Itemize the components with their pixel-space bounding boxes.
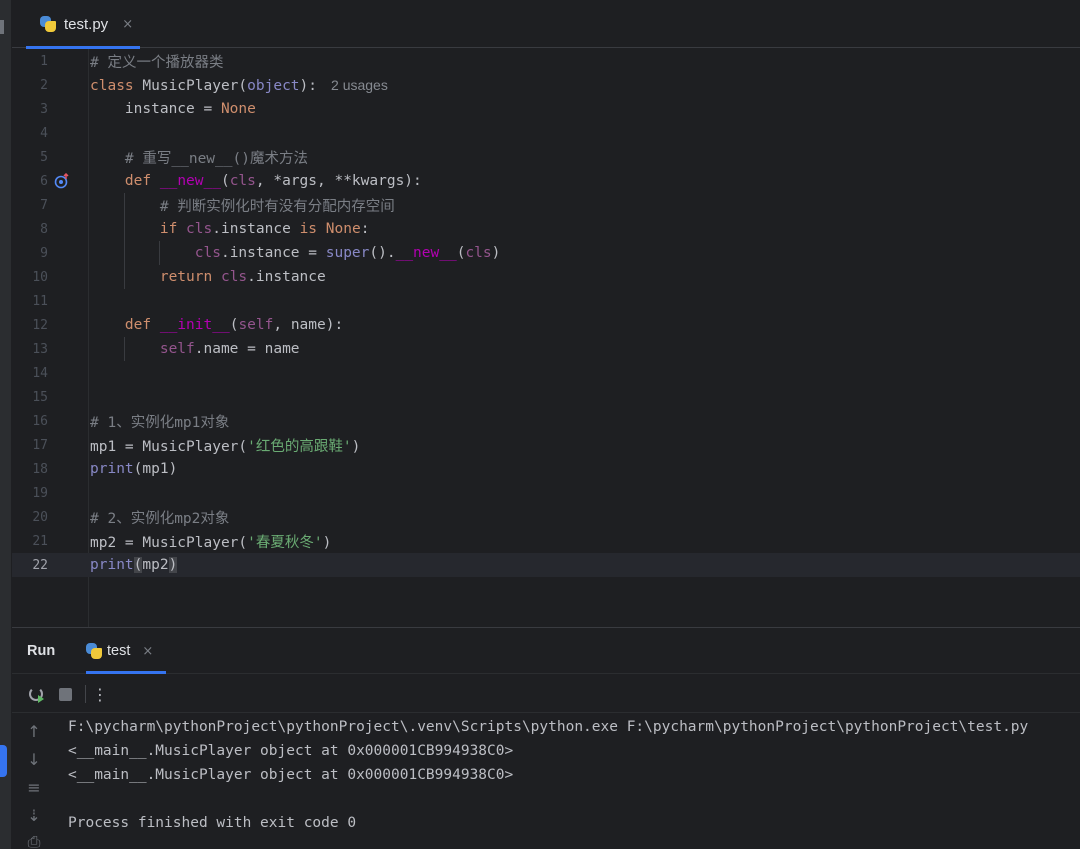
string-literal: '红色的高跟鞋' <box>247 438 352 455</box>
code-line[interactable]: 6 def __new__(cls, *args, **kwargs): <box>12 169 1080 193</box>
console-line: <__main__.MusicPlayer object at 0x000001… <box>68 767 514 783</box>
line-number: 6 <box>40 173 48 189</box>
rerun-icon[interactable] <box>26 684 46 704</box>
code-line[interactable]: 14 <box>12 361 1080 385</box>
print-icon[interactable]: ⎙ <box>24 832 44 849</box>
line-number: 17 <box>32 437 48 453</box>
usages-hint[interactable]: 2 usages <box>331 77 388 93</box>
code-line[interactable]: 13 self.name = name <box>12 337 1080 361</box>
code-line[interactable]: 3 instance = None <box>12 97 1080 121</box>
console-side-toolbar: ↑ ↓ ≡ ⇣ ⎙ <box>12 714 52 849</box>
scroll-to-end-icon[interactable]: ⇣ <box>24 806 44 826</box>
python-run-icon <box>86 643 102 659</box>
current-code-line[interactable]: 22 print(mp2) <box>12 553 1080 577</box>
line-number: 22 <box>32 557 48 573</box>
line-number: 3 <box>40 101 48 117</box>
code-line[interactable]: 16 # 1、实例化mp1对象 <box>12 409 1080 433</box>
line-number: 4 <box>40 125 48 141</box>
run-tool-window: Run test × ⋮ ↑ ↓ ≡ ⇣ ⎙ F:\pycharm\python… <box>12 627 1080 849</box>
line-number: 10 <box>32 269 48 285</box>
console-line: F:\pycharm\pythonProject\pythonProject\.… <box>68 719 1029 735</box>
line-number: 7 <box>40 197 48 213</box>
editor-tab-test-py[interactable]: test.py × <box>26 0 140 49</box>
code-line[interactable]: 4 <box>12 121 1080 145</box>
code-line[interactable]: 10 return cls.instance <box>12 265 1080 289</box>
console-line: Process finished with exit code 0 <box>68 815 357 831</box>
code-line[interactable]: 1 # 定义一个播放器类 <box>12 49 1080 73</box>
line-number: 20 <box>32 509 48 525</box>
run-header: Run test × <box>12 628 1080 674</box>
soft-wrap-icon[interactable]: ≡ <box>24 778 44 798</box>
code-line[interactable]: 8 if cls.instance is None: <box>12 217 1080 241</box>
comment: # 判断实例化时有没有分配内存空间 <box>159 198 395 215</box>
active-run-tab-underline <box>86 671 166 674</box>
line-number: 1 <box>40 53 48 69</box>
console-output[interactable]: F:\pycharm\pythonProject\pythonProject\.… <box>68 714 1078 849</box>
active-tool-indicator[interactable] <box>0 745 7 777</box>
comment: # 定义一个播放器类 <box>90 54 224 71</box>
run-toolbar: ⋮ <box>12 675 1080 713</box>
editor-tab-bar: test.py × <box>12 0 1080 49</box>
code-line[interactable]: 18 print(mp1) <box>12 457 1080 481</box>
code-line[interactable]: 7 # 判断实例化时有没有分配内存空间 <box>12 193 1080 217</box>
tool-strip-marker <box>0 20 4 34</box>
run-tab-label: test <box>107 643 131 659</box>
line-number: 18 <box>32 461 48 477</box>
code-line[interactable]: 17 mp1 = MusicPlayer('红色的高跟鞋') <box>12 433 1080 457</box>
code-line[interactable]: 20 # 2、实例化mp2对象 <box>12 505 1080 529</box>
code-line[interactable]: 5 # 重写__new__()魔术方法 <box>12 145 1080 169</box>
close-run-tab-icon[interactable]: × <box>142 644 153 659</box>
code-editor[interactable]: 1 # 定义一个播放器类 2 class MusicPlayer(object)… <box>12 49 1080 627</box>
code-line[interactable]: 12 def __init__(self, name): <box>12 313 1080 337</box>
line-number: 14 <box>32 365 48 381</box>
line-number: 11 <box>32 293 48 309</box>
line-number: 13 <box>32 341 48 357</box>
line-number: 16 <box>32 413 48 429</box>
code-line[interactable]: 2 class MusicPlayer(object): 2 usages <box>12 73 1080 97</box>
run-title[interactable]: Run <box>27 643 55 659</box>
line-number: 2 <box>40 77 48 93</box>
line-number: 19 <box>32 485 48 501</box>
run-tab-test[interactable]: test × <box>86 628 166 674</box>
scroll-up-icon[interactable]: ↑ <box>24 722 44 742</box>
left-tool-strip <box>0 0 12 849</box>
console-line: <__main__.MusicPlayer object at 0x000001… <box>68 743 514 759</box>
line-number: 9 <box>40 245 48 261</box>
line-number: 5 <box>40 149 48 165</box>
string-literal: '春夏秋冬' <box>247 534 323 551</box>
editor-tab-label: test.py <box>64 15 109 33</box>
code-line[interactable]: 9 cls.instance = super().__new__(cls) <box>12 241 1080 265</box>
toolbar-separator <box>85 685 86 703</box>
comment: # 重写__new__()魔术方法 <box>124 150 308 167</box>
line-number: 12 <box>32 317 48 333</box>
comment: # 1、实例化mp1对象 <box>90 414 230 431</box>
more-options-icon[interactable]: ⋮ <box>90 684 110 704</box>
line-number: 8 <box>40 221 48 237</box>
close-tab-icon[interactable]: × <box>122 17 133 32</box>
overrides-method-icon[interactable] <box>54 173 70 189</box>
scroll-down-icon[interactable]: ↓ <box>24 750 44 770</box>
line-number: 21 <box>32 533 48 549</box>
python-file-icon <box>40 16 56 32</box>
stop-icon[interactable] <box>55 684 75 704</box>
code-line[interactable]: 19 <box>12 481 1080 505</box>
comment: # 2、实例化mp2对象 <box>90 510 230 527</box>
code-line[interactable]: 11 <box>12 289 1080 313</box>
line-number: 15 <box>32 389 48 405</box>
code-line[interactable]: 15 <box>12 385 1080 409</box>
code-line[interactable]: 21 mp2 = MusicPlayer('春夏秋冬') <box>12 529 1080 553</box>
